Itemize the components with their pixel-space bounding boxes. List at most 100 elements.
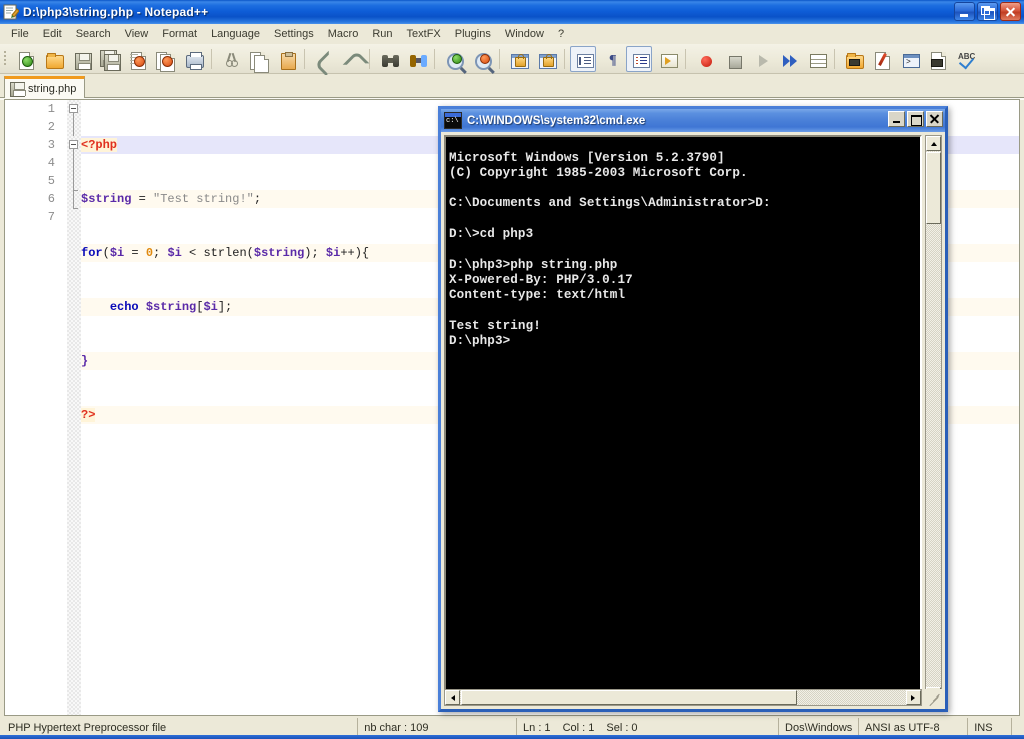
console-title: C:\WINDOWS\system32\cmd.exe [467,114,646,127]
scroll-left-button[interactable] [445,690,460,705]
code-token: } [81,354,89,368]
play-macro-icon[interactable] [747,46,773,72]
menu-item-window[interactable]: Window [498,26,551,42]
save-macro-icon[interactable] [803,46,829,72]
zoom-in-icon[interactable] [440,46,466,72]
record-macro-icon[interactable] [691,46,717,72]
toolbar-separator [369,48,370,69]
line-number: 6 [47,192,55,206]
line-number-gutter: 1 2 3 4 5 6 7 [5,100,67,715]
open-file-icon[interactable] [40,46,66,72]
cut-icon[interactable] [217,46,243,72]
line-number: 4 [47,156,55,170]
console-maximize-button[interactable] [907,111,924,127]
code-token: $i [109,246,125,260]
vertical-scroll-thumb[interactable] [926,152,941,224]
console-title-bar[interactable]: C:\WINDOWS\system32\cmd.exe [441,109,945,132]
redo-icon[interactable] [338,46,370,77]
code-token: echo [109,300,139,314]
copy-icon[interactable] [245,46,271,73]
stop-macro-icon[interactable] [719,46,745,72]
menu-item-help[interactable]: ? [551,26,571,42]
menu-item-file[interactable]: File [4,26,36,42]
document-switcher-icon[interactable] [924,46,950,72]
code-token: = [124,246,146,260]
indent-guide-icon[interactable] [626,45,652,72]
console-minimize-button[interactable] [888,111,905,127]
console-vertical-scrollbar[interactable] [925,135,942,703]
find-icon[interactable] [375,46,401,72]
function-list-icon[interactable] [896,46,922,72]
code-token: < [181,246,204,260]
paste-icon[interactable] [273,46,299,72]
toolbar: ¶ ABC [0,44,1024,77]
user-defined-dialog-icon[interactable] [654,46,680,72]
line-number: 1 [47,102,55,116]
restore-button[interactable] [977,2,998,21]
horizontal-scroll-thumb[interactable] [461,690,797,705]
sync-vertical-scroll-icon[interactable] [505,46,531,72]
code-token: for [81,246,103,260]
code-token: <?php [81,138,118,152]
sync-horizontal-scroll-icon[interactable] [533,46,559,72]
menu-item-language[interactable]: Language [204,26,267,42]
close-button[interactable] [1000,2,1021,21]
tab-string-php[interactable]: string.php [4,76,86,98]
toolbar-separator [211,48,212,69]
resize-grip[interactable] [925,689,942,707]
fold-end [73,208,78,209]
fold-marker-open[interactable] [69,140,78,149]
spell-check-icon[interactable]: ABC [952,46,978,72]
show-all-characters-icon[interactable]: ¶ [598,46,624,72]
code-token: "Test string!" [153,192,254,206]
notepad-plus-plus-icon [3,4,20,20]
console-close-button[interactable] [926,111,943,127]
menu-item-format[interactable]: Format [155,26,204,42]
undo-icon[interactable] [310,46,342,77]
console-horizontal-scrollbar[interactable] [444,689,922,706]
menu-item-settings[interactable]: Settings [267,26,321,42]
close-file-icon[interactable] [124,46,150,72]
pen-tool-icon[interactable] [868,46,894,72]
menu-item-macro[interactable]: Macro [321,26,366,42]
code-token: $string [81,192,132,206]
code-token: ]; [217,300,233,314]
menu-item-run[interactable]: Run [365,26,399,42]
save-icon[interactable] [68,46,94,72]
fold-marker-open[interactable] [69,104,78,113]
code-token: ?> [81,408,96,422]
toolbar-separator [304,48,305,69]
line-number: 2 [47,120,55,134]
title-bar[interactable]: D:\php3\string.php - Notepad++ [0,0,1024,24]
fold-line [73,113,74,136]
zoom-out-icon[interactable] [468,46,494,72]
save-all-icon[interactable] [96,46,122,72]
menu-item-search[interactable]: Search [69,26,118,42]
code-token: ( [102,246,110,260]
print-icon[interactable] [180,46,206,72]
menu-item-edit[interactable]: Edit [36,26,69,42]
line-number: 7 [47,210,55,224]
cmd-icon [444,112,462,129]
line-numbers: 1 2 3 4 5 6 7 [5,100,61,226]
fold-margin[interactable] [67,100,81,715]
console-screen[interactable]: Microsoft Windows [Version 5.2.3790] (C)… [444,135,922,703]
scroll-right-button[interactable] [906,690,921,705]
saved-file-icon [10,82,26,97]
command-prompt-window[interactable]: C:\WINDOWS\system32\cmd.exe Microsoft Wi… [438,106,948,712]
run-macro-multiple-icon[interactable] [775,46,801,72]
scroll-up-button[interactable] [926,136,941,151]
window-controls [954,2,1021,21]
folder-as-workspace-icon[interactable] [840,46,866,72]
minimize-button[interactable] [954,2,975,21]
console-window-controls [888,111,943,127]
new-file-icon[interactable] [12,46,38,72]
replace-icon[interactable] [403,46,429,72]
toolbar-grip[interactable] [2,48,9,70]
close-all-icon[interactable] [152,46,178,72]
menu-item-view[interactable]: View [118,26,156,42]
word-wrap-icon[interactable] [570,45,596,72]
menu-item-plugins[interactable]: Plugins [448,26,498,42]
menu-item-textfx[interactable]: TextFX [400,26,448,42]
